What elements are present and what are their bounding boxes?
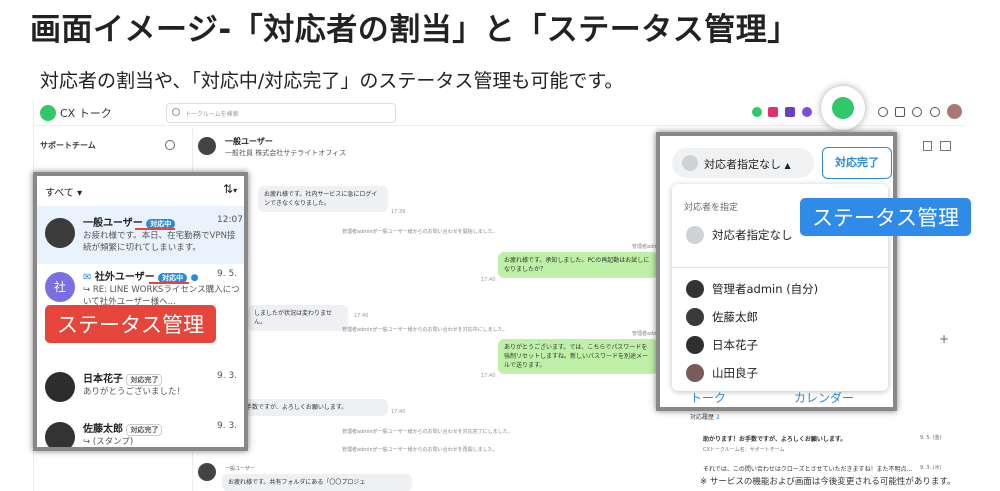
chat-header-name: 一般ユーザー bbox=[225, 137, 273, 146]
app-icon[interactable] bbox=[802, 107, 812, 117]
page-subtitle: 対応者の割当や、「対応中/対応完了」のステータス管理も可能です。 bbox=[40, 70, 624, 92]
system-message: 管理者adminが一般ユーザー様からのお問い合わせを開始しました。 bbox=[342, 229, 498, 235]
avatar[interactable] bbox=[947, 104, 962, 119]
avatar bbox=[686, 336, 704, 354]
app-icon[interactable] bbox=[785, 107, 795, 117]
user-icon bbox=[682, 155, 698, 171]
history-item-text[interactable]: それでは、この問い合わせはクローズとさせていただきますね！また不明点... bbox=[703, 464, 915, 473]
list-item-name: ✉ 社外ユーザー 対応中 ● bbox=[83, 272, 199, 283]
assignee-option[interactable]: 対応者指定なし bbox=[712, 227, 793, 243]
list-item-message: ありがとうございました！ bbox=[83, 387, 186, 397]
status-management-label: ステータス管理 bbox=[800, 198, 971, 236]
assignee-option[interactable]: 管理者admin (自分) bbox=[712, 281, 818, 297]
tab-talk[interactable]: トーク bbox=[690, 389, 726, 406]
filter-dropdown[interactable]: すべて ▾ bbox=[45, 184, 82, 199]
list-item-time: 12:07 bbox=[217, 215, 243, 225]
user-icon bbox=[686, 226, 704, 244]
plus-icon[interactable]: + bbox=[939, 332, 949, 346]
dropdown-header: 対応者を指定 bbox=[684, 203, 739, 213]
assignee-option[interactable]: 佐藤太郎 bbox=[712, 309, 758, 325]
history-item-date: 9. 3. (水) bbox=[920, 465, 942, 471]
message-time: 17:40 bbox=[481, 277, 496, 283]
help-icon[interactable] bbox=[912, 107, 922, 117]
app-icon[interactable] bbox=[768, 107, 778, 117]
avatar bbox=[45, 422, 75, 447]
assign-panel: 対応者指定なし ▲ 対応完了 対応者を指定 対応者指定なし 管理者admin (… bbox=[656, 132, 897, 411]
avatar bbox=[198, 137, 216, 155]
message-time: 17:40 bbox=[391, 409, 406, 415]
avatar bbox=[198, 463, 216, 481]
avatar bbox=[686, 364, 704, 382]
message-bubble: ありがとうございます。では、こちらでパスワードを強制リセットしますね。新しいパス… bbox=[498, 339, 658, 374]
list-item-message: お疲れ様です。本日、在宅勤務でVPN接続が頻繁に切れてしまいます。 bbox=[83, 231, 236, 253]
list-item-name: 一般ユーザー 対応中 bbox=[83, 214, 176, 229]
message-bubble: お疲れ様です。共有フォルダにある「〇〇プロジェ bbox=[222, 474, 412, 491]
divider bbox=[672, 267, 888, 268]
message-time: 17:39 bbox=[391, 209, 406, 215]
message-bubble: お疲れ様です。社内サービスに急にログインできなくなりました。 bbox=[258, 186, 388, 212]
list-item[interactable]: 佐藤太郎 対応完了 9. 3. ↪ (スタンプ) bbox=[37, 412, 244, 447]
chat-header-sub: 一般社員 株式会社サテライトオフィス bbox=[225, 149, 347, 157]
avatar bbox=[686, 280, 704, 298]
assignee-selector[interactable]: 対応者指定なし ▲ bbox=[672, 148, 814, 178]
org-icon[interactable] bbox=[895, 107, 905, 117]
list-item-name: 日本花子 対応完了 bbox=[83, 370, 163, 386]
system-message: 管理者adminが一般ユーザー様からのお問い合わせを再開しました。 bbox=[342, 447, 498, 453]
talk-icon[interactable] bbox=[752, 107, 762, 117]
disclaimer-note: ※ サービスの機能および画面は今後変更される可能性があります。 bbox=[700, 477, 956, 487]
status-management-label: ステータス管理 bbox=[45, 305, 216, 343]
assignee-label: 対応者指定なし ▲ bbox=[704, 158, 791, 171]
history-item-date: 9. 5. (金) bbox=[920, 435, 942, 441]
avatar bbox=[686, 308, 704, 326]
assignee-option[interactable]: 山田良子 bbox=[712, 365, 758, 381]
avatar bbox=[45, 372, 75, 402]
system-message: 管理者adminが一般ユーザー様からのお問い合わせを対応中にしました。 bbox=[342, 327, 508, 333]
list-item[interactable]: 一般ユーザー 対応中 12:07 お疲れ様です。本日、在宅勤務でVPN接続が頻繁… bbox=[37, 206, 244, 264]
document-icon[interactable] bbox=[923, 141, 932, 151]
bell-icon[interactable] bbox=[878, 107, 888, 117]
complete-button[interactable]: 対応完了 bbox=[822, 147, 892, 179]
panel-icon[interactable] bbox=[940, 141, 951, 151]
avatar bbox=[45, 218, 75, 248]
page-title: 画面イメージ-「対応者の割当」と「ステータス管理」 bbox=[30, 12, 799, 48]
tab-calendar[interactable]: カレンダー bbox=[794, 389, 854, 406]
message-bubble: お疲れ様です。承知しました。PCの再起動はお試しになりましたか？ bbox=[498, 252, 658, 278]
history-item-text[interactable]: 助かります！お手数ですが、よろしくお願いします。 bbox=[703, 434, 846, 443]
sort-icon[interactable]: ⇅▾ bbox=[223, 182, 237, 196]
assignee-option[interactable]: 日本花子 bbox=[712, 337, 758, 353]
message-sender: 一般ユーザー bbox=[225, 466, 255, 472]
app-name: CX トーク bbox=[60, 107, 112, 120]
system-message: 管理者adminが一般ユーザー様からのお問い合わせを対応完了にしました。 bbox=[342, 429, 513, 435]
list-item-name: 佐藤太郎 対応完了 bbox=[83, 420, 163, 436]
status-badge: 対応完了 bbox=[126, 374, 163, 386]
history-icon[interactable] bbox=[165, 140, 175, 150]
list-item-time: 9. 3. bbox=[217, 421, 238, 431]
status-badge: 対応完了 bbox=[126, 424, 163, 436]
slide: 画面イメージ-「対応者の割当」と「ステータス管理」 対応者の割当や、「対応中/対… bbox=[0, 0, 1000, 491]
team-selector[interactable]: サポートチーム bbox=[40, 140, 96, 151]
search-icon bbox=[172, 108, 180, 116]
list-item-time: 9. 5. bbox=[217, 269, 238, 279]
list-item-message: ↪ (スタンプ) bbox=[83, 437, 134, 447]
message-bubble: しましたが状況は変わりません。 bbox=[248, 305, 348, 331]
history-header: 対応履歴 2 bbox=[690, 414, 720, 421]
message-time: 17:40 bbox=[481, 373, 496, 379]
search-input[interactable]: トークルームを検索 bbox=[166, 103, 396, 123]
message-time: 17:40 bbox=[354, 313, 369, 319]
gear-icon[interactable] bbox=[930, 107, 940, 117]
list-item-time: 9. 3. bbox=[217, 371, 238, 381]
cx-talk-icon[interactable] bbox=[821, 86, 865, 130]
history-item-room: CXトークルーム名：サポートチーム bbox=[703, 447, 785, 453]
avatar: 社 bbox=[45, 272, 75, 302]
cx-talk-logo-icon bbox=[40, 105, 56, 121]
